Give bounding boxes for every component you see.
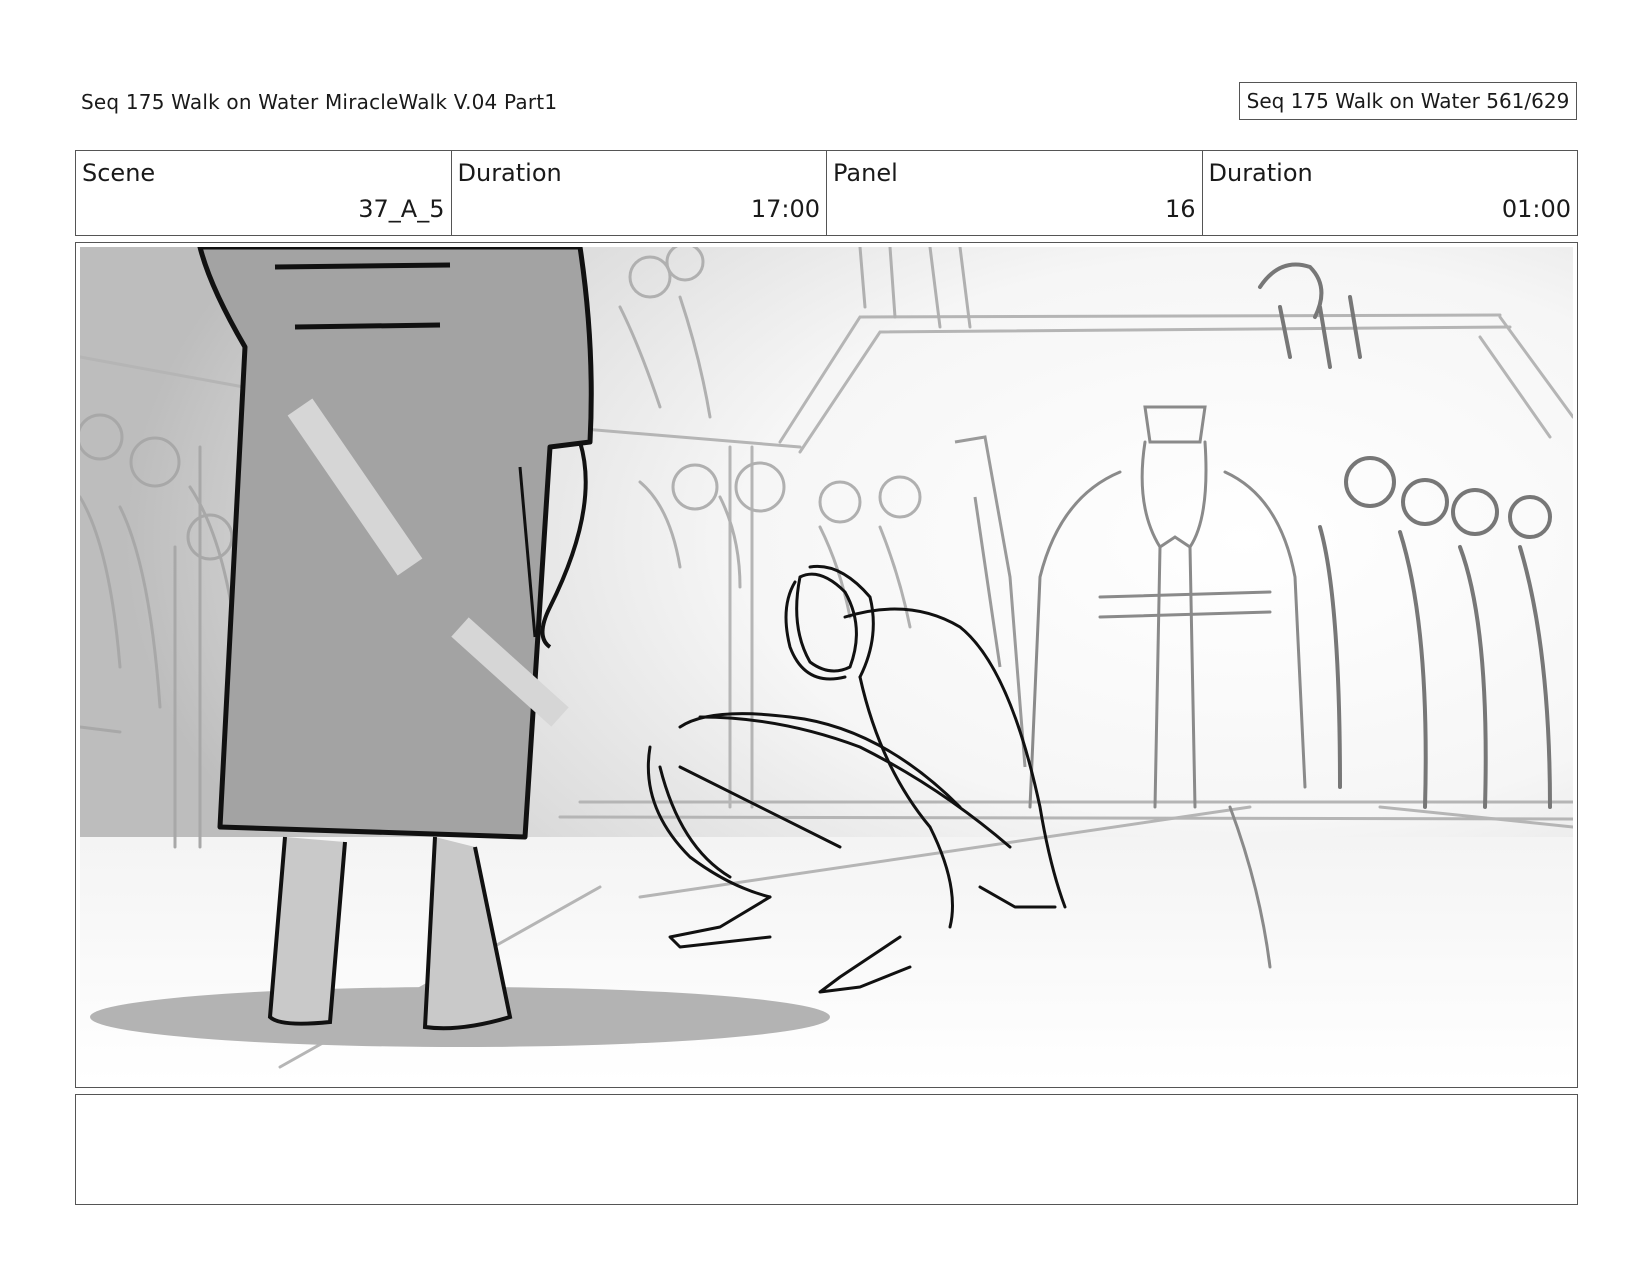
storyboard-panel — [75, 242, 1578, 1088]
panel-duration-cell: Duration 01:00 — [1203, 151, 1578, 235]
sequence-title: Seq 175 Walk on Water MiracleWalk V.04 P… — [81, 90, 558, 114]
scene-cell: Scene 37_A_5 — [76, 151, 452, 235]
panel-cell: Panel 16 — [827, 151, 1203, 235]
panel-value: 16 — [1164, 195, 1196, 223]
scene-label: Scene — [82, 159, 156, 187]
panel-label: Panel — [833, 159, 898, 187]
scene-duration-value: 17:00 — [750, 195, 820, 223]
panel-duration-value: 01:00 — [1501, 195, 1571, 223]
panel-duration-label: Duration — [1208, 159, 1313, 187]
page-counter: Seq 175 Walk on Water 561/629 — [1239, 82, 1577, 120]
scene-duration-label: Duration — [457, 159, 562, 187]
panel-info-table: Scene 37_A_5 Duration 17:00 Panel 16 Dur… — [75, 150, 1578, 236]
scene-value: 37_A_5 — [358, 195, 445, 223]
scene-duration-cell: Duration 17:00 — [452, 151, 827, 235]
panel-notes — [75, 1094, 1578, 1205]
storyboard-sketch — [80, 247, 1573, 1083]
